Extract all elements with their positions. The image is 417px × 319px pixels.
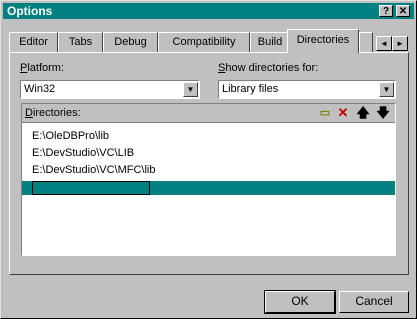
- directories-header: Directories: ▭ ✕ 🡅 🡇: [22, 104, 395, 123]
- tab-scroll-right-icon[interactable]: ►: [392, 36, 408, 51]
- platform-value: Win32: [24, 83, 56, 95]
- directory-edit-field[interactable]: [32, 181, 150, 195]
- show-directories-label: Show directories for:: [218, 62, 319, 74]
- tab-compatibility[interactable]: Compatibility: [158, 32, 250, 52]
- tab-directories[interactable]: Directories: [287, 29, 359, 53]
- cancel-button[interactable]: Cancel: [339, 291, 409, 313]
- tab-debug[interactable]: Debug: [103, 32, 158, 52]
- move-down-icon[interactable]: 🡇: [376, 106, 390, 120]
- options-dialog: Options ? ✕ Editor Tabs Debug Compatibil…: [0, 0, 417, 319]
- platform-select[interactable]: Win32 ▼: [20, 80, 200, 99]
- tab-build[interactable]: Build: [250, 32, 290, 52]
- selected-list-item[interactable]: [22, 181, 395, 195]
- directories-list[interactable]: Directories: ▭ ✕ 🡅 🡇 E:\OleDBPro\lib E:\…: [21, 103, 396, 256]
- title-bar: Options ? ✕: [3, 3, 414, 19]
- tab-tabs[interactable]: Tabs: [58, 32, 103, 52]
- list-item[interactable]: E:\OleDBPro\lib: [32, 130, 109, 146]
- show-directories-select[interactable]: Library files ▼: [218, 80, 396, 99]
- new-folder-icon[interactable]: ▭: [318, 106, 332, 120]
- ok-button[interactable]: OK: [264, 290, 336, 314]
- chevron-down-icon[interactable]: ▼: [183, 82, 198, 97]
- platform-label: Platform:: [20, 62, 65, 74]
- tab-editor[interactable]: Editor: [9, 32, 58, 52]
- window-title: Options: [7, 4, 53, 18]
- close-button[interactable]: ✕: [396, 5, 410, 17]
- show-directories-value: Library files: [222, 83, 279, 95]
- list-item[interactable]: E:\DevStudio\VC\LIB: [32, 147, 134, 163]
- tab-overflow: [359, 32, 373, 52]
- delete-icon[interactable]: ✕: [336, 106, 350, 120]
- chevron-down-icon[interactable]: ▼: [379, 82, 394, 97]
- move-up-icon[interactable]: 🡅: [356, 106, 370, 120]
- directories-panel: Platform: Win32 ▼ Show directories for: …: [9, 52, 409, 275]
- directories-label: Directories:: [25, 107, 81, 119]
- tab-scroll-left-icon[interactable]: ◄: [376, 36, 392, 51]
- list-item[interactable]: E:\DevStudio\VC\MFC\lib: [32, 164, 155, 180]
- help-button[interactable]: ?: [379, 5, 393, 17]
